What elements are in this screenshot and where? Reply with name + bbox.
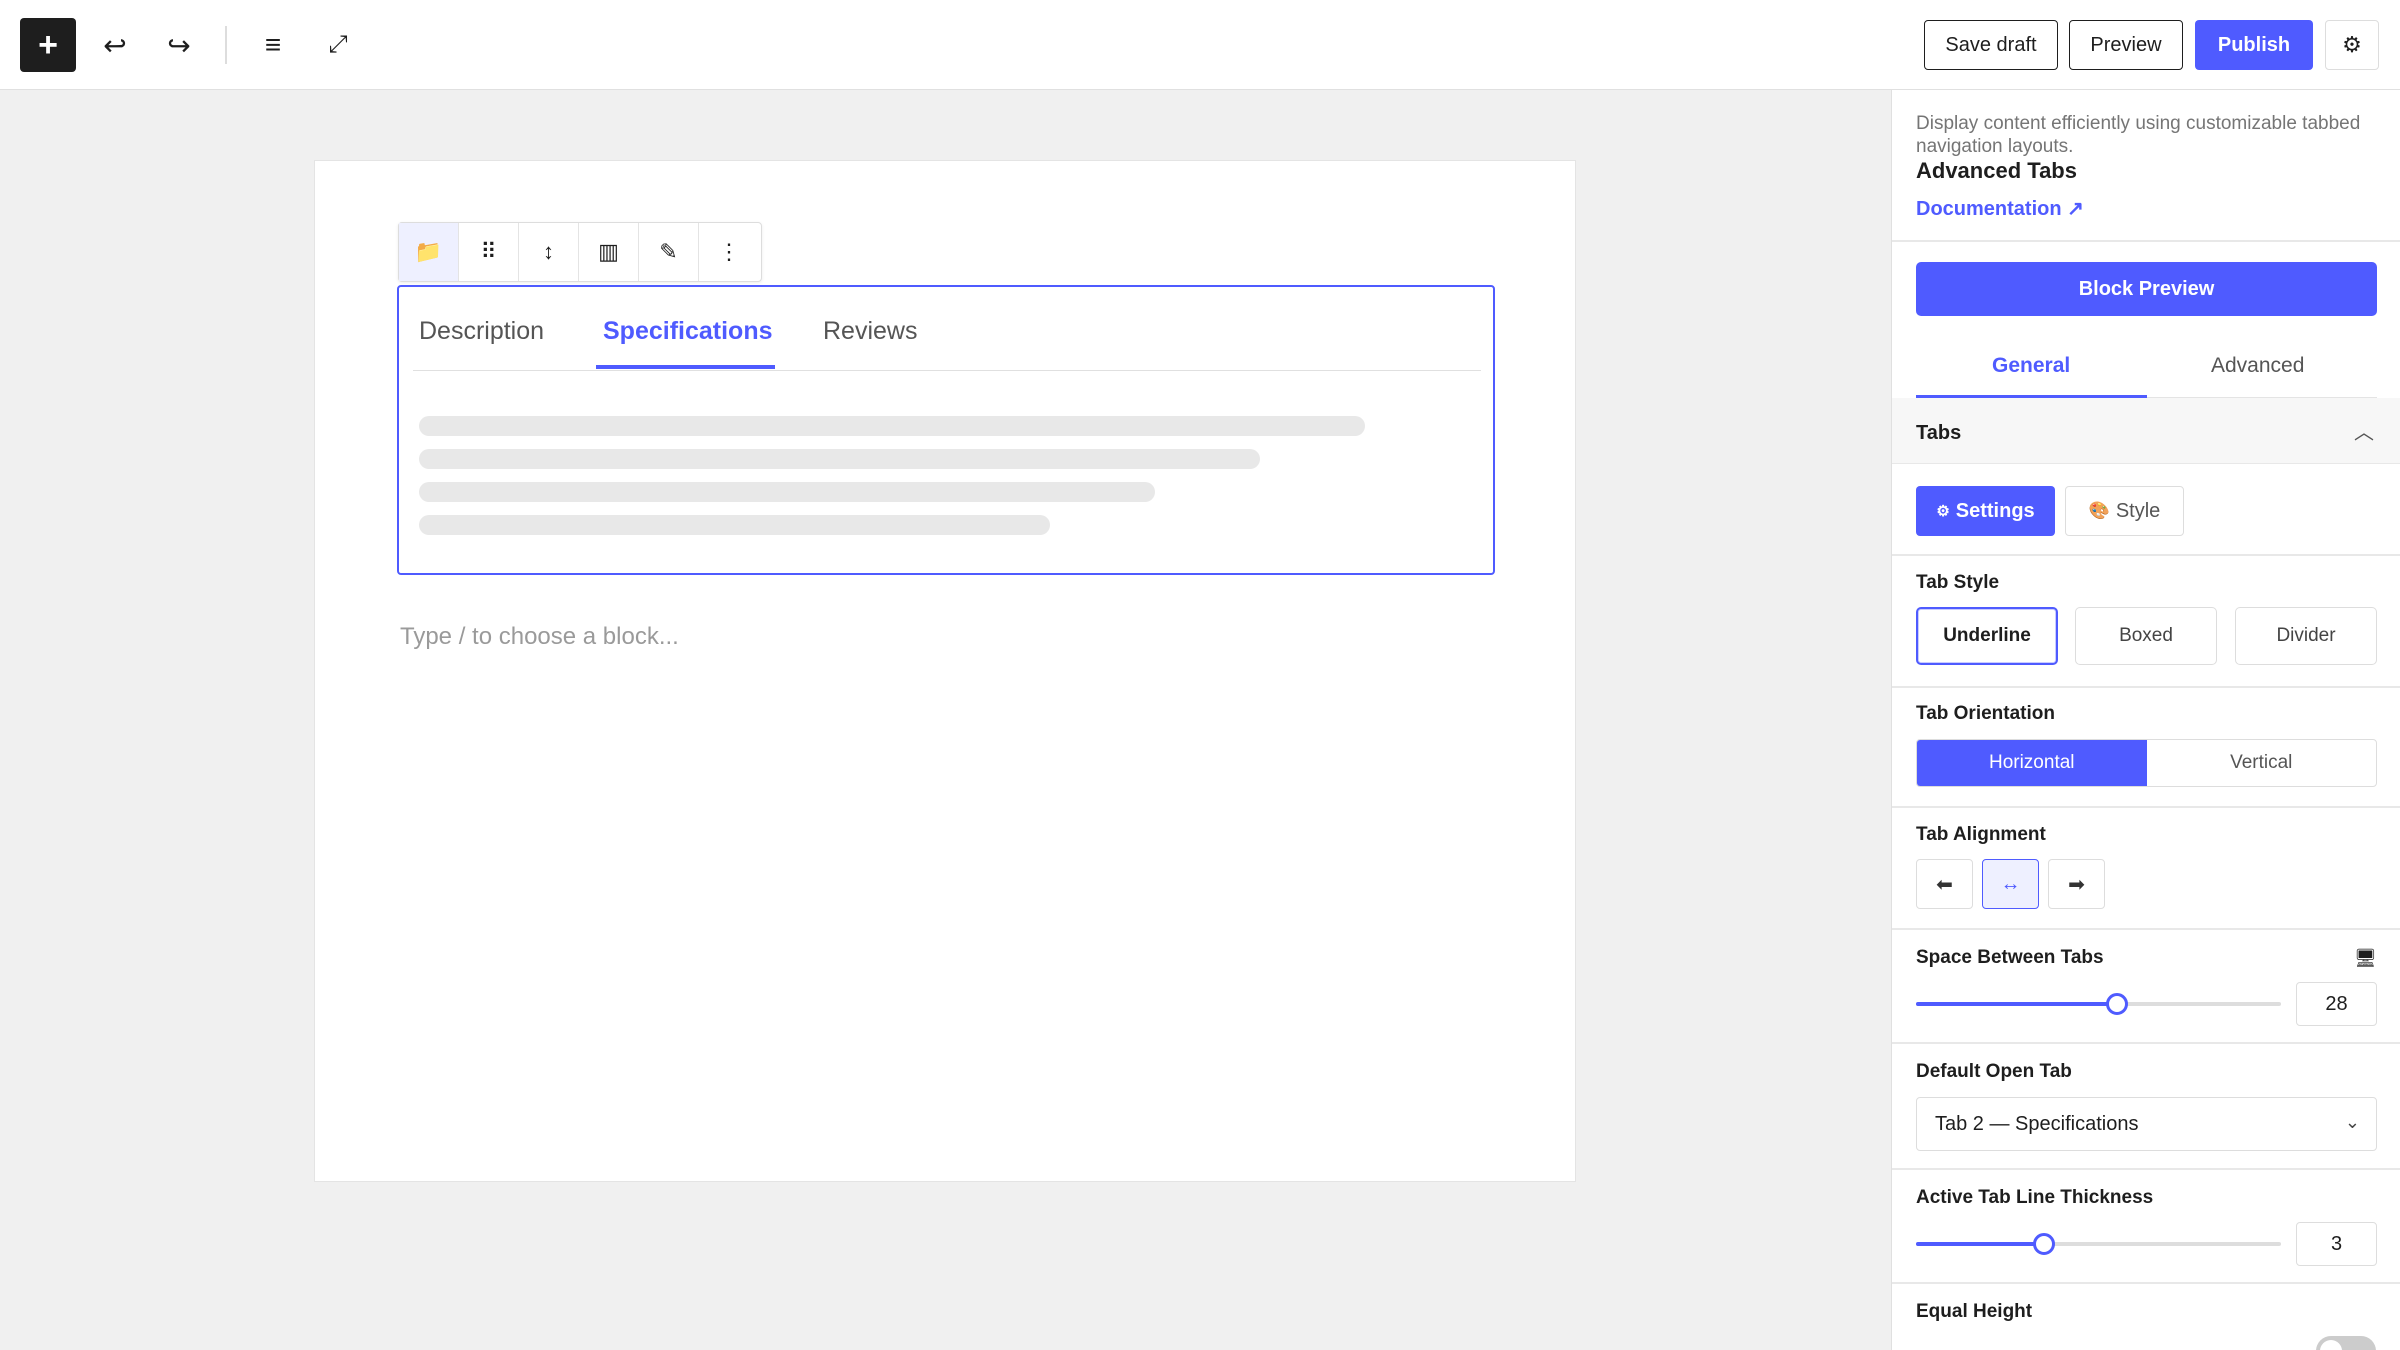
move-icon[interactable]: ↕ <box>519 223 579 281</box>
tab-general[interactable]: General <box>1992 354 2070 378</box>
slider-thumb[interactable] <box>2033 1233 2055 1255</box>
documentation-link[interactable]: Documentation ↗ <box>1916 196 2084 221</box>
orientation-horizontal[interactable]: Horizontal <box>1917 740 2147 786</box>
tab-advanced[interactable]: Advanced <box>2211 354 2304 378</box>
divider <box>1892 806 2400 808</box>
palette-icon: 🎨 <box>2088 501 2110 520</box>
tab-description[interactable]: Description <box>419 317 544 346</box>
edit-icon[interactable]: ✎ <box>639 223 699 281</box>
panel-title: Tabs <box>1916 422 1962 444</box>
skeleton-line <box>419 482 1155 502</box>
gear-icon: ⚙ <box>1936 503 1950 520</box>
divider <box>1892 1168 2400 1170</box>
block-toolbar: 📁 ⠿ ↕ ▥ ✎ ⋮ <box>398 222 762 282</box>
slider-thumb[interactable] <box>2106 993 2128 1015</box>
desktop-device-icon[interactable]: 🖥 <box>2354 948 2377 969</box>
align-right-icon[interactable]: ➡ <box>2048 859 2105 909</box>
settings-gear-icon[interactable]: ⚙ <box>2325 20 2379 70</box>
line-thickness-input[interactable]: 3 <box>2296 1222 2377 1266</box>
align-icon[interactable]: ▥ <box>579 223 639 281</box>
tab-specifications[interactable]: Specifications <box>603 317 773 346</box>
tab-style-underline[interactable]: Underline <box>1916 607 2058 665</box>
line-thickness-label: Active Tab Line Thickness <box>1916 1187 2154 1208</box>
toggle-knob <box>2320 1340 2342 1350</box>
tab-nav: Description Specifications Reviews <box>413 287 1481 371</box>
toolbar-divider <box>225 26 227 64</box>
slider-fill <box>1916 1002 2117 1006</box>
line-thickness-slider[interactable] <box>1916 1233 2281 1255</box>
tabs-block[interactable]: Description Specifications Reviews <box>397 285 1495 575</box>
style-segment-button[interactable]: 🎨 Style <box>2065 486 2184 536</box>
divider <box>1892 240 2400 242</box>
block-title: Advanced Tabs <box>1916 158 2077 183</box>
tabs-panel-header[interactable]: Tabs ︿ <box>1892 398 2400 464</box>
default-open-tab-select[interactable]: Tab 2 — Specifications ⌄ <box>1916 1097 2377 1151</box>
orientation-toggle: Horizontal Vertical <box>1916 739 2377 787</box>
block-placeholder[interactable]: Type / to choose a block... <box>400 623 679 651</box>
equal-height-toggle[interactable] <box>2316 1336 2376 1350</box>
tab-style-label: Tab Style <box>1916 572 2000 593</box>
list-view-icon[interactable]: ≡ <box>250 22 296 68</box>
tab-style-divider[interactable]: Divider <box>2235 607 2377 665</box>
fullscreen-icon[interactable]: ⤢ <box>315 22 361 68</box>
active-tab-indicator <box>596 365 775 369</box>
settings-sidebar: Display content efficiently using custom… <box>1891 90 2400 1350</box>
more-options-icon[interactable]: ⋮ <box>699 223 759 281</box>
chevron-up-icon[interactable]: ︿ <box>2354 416 2374 445</box>
align-center-icon[interactable]: ↔ <box>1982 859 2039 909</box>
save-draft-button[interactable]: Save draft <box>1924 20 2058 70</box>
preview-button[interactable]: Preview <box>2069 20 2183 70</box>
publish-button[interactable]: Publish <box>2195 20 2313 70</box>
settings-segment-button[interactable]: ⚙ Settings <box>1916 486 2055 536</box>
tab-reviews[interactable]: Reviews <box>823 317 917 346</box>
drag-handle-icon[interactable]: ⠿ <box>459 223 519 281</box>
add-block-button[interactable]: + <box>20 18 76 72</box>
slider-fill <box>1916 1242 2044 1246</box>
block-type-icon[interactable]: 📁 <box>399 223 459 281</box>
tab-orientation-label: Tab Orientation <box>1916 703 2055 724</box>
block-preview-button[interactable]: Block Preview <box>1916 262 2377 316</box>
divider <box>1892 1042 2400 1044</box>
tab-alignment-label: Tab Alignment <box>1916 824 2046 845</box>
divider <box>1892 928 2400 930</box>
skeleton-line <box>419 416 1365 436</box>
orientation-vertical[interactable]: Vertical <box>2147 740 2377 786</box>
divider <box>1892 686 2400 688</box>
redo-icon[interactable]: ↪ <box>156 22 202 68</box>
tab-style-boxed[interactable]: Boxed <box>2075 607 2217 665</box>
block-description: Display content efficiently using custom… <box>1916 113 2361 157</box>
align-left-icon[interactable]: ⬅ <box>1916 859 1973 909</box>
divider <box>1892 1282 2400 1284</box>
equal-height-label: Equal Height <box>1916 1301 2033 1322</box>
divider <box>1892 554 2400 556</box>
top-toolbar: + ↩ ↪ ≡ ⤢ Save draft Preview Publish ⚙ <box>0 0 2400 90</box>
space-between-label: Space Between Tabs <box>1916 947 2104 968</box>
default-open-tab-label: Default Open Tab <box>1916 1061 2072 1082</box>
editor-canvas: 📁 ⠿ ↕ ▥ ✎ ⋮ Description Specifications R… <box>0 90 1891 1350</box>
undo-icon[interactable]: ↩ <box>92 22 138 68</box>
style-label: Style <box>2115 499 2161 522</box>
chevron-down-icon: ⌄ <box>2344 1112 2360 1132</box>
skeleton-line <box>419 449 1260 469</box>
editor-page: 📁 ⠿ ↕ ▥ ✎ ⋮ Description Specifications R… <box>314 160 1576 1182</box>
settings-label: Settings <box>1955 499 2035 522</box>
space-between-slider[interactable] <box>1916 993 2281 1015</box>
space-between-input[interactable]: 28 <box>2296 982 2377 1026</box>
select-value: Tab 2 — Specifications <box>1935 1112 2139 1135</box>
skeleton-line <box>419 515 1050 535</box>
